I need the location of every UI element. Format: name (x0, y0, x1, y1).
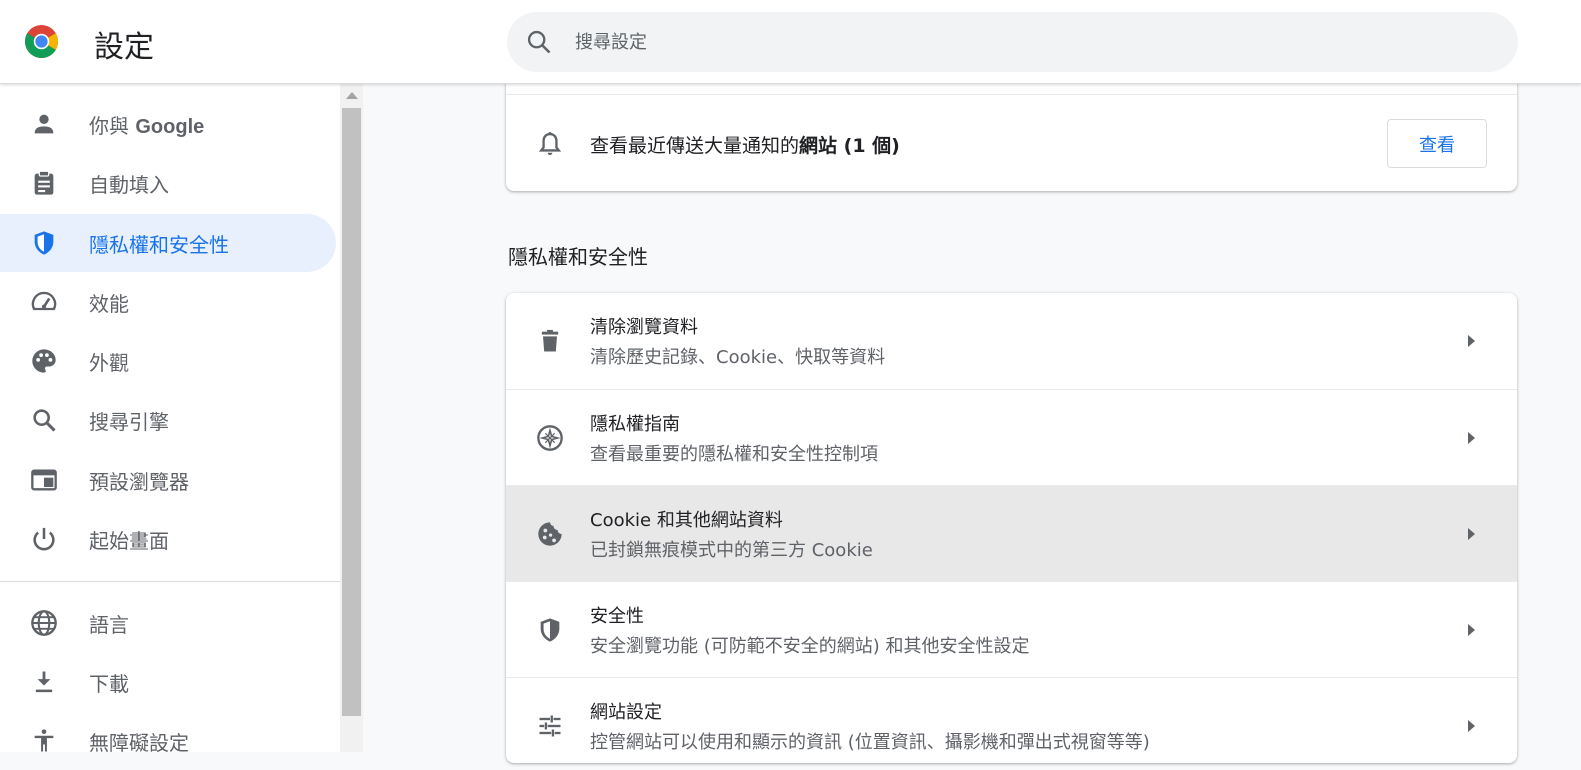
security-shield-icon (540, 618, 560, 642)
sliders-icon (539, 715, 561, 737)
scrollbar-thumb[interactable] (342, 108, 361, 716)
download-icon (35, 671, 53, 693)
chrome-logo-icon (24, 24, 59, 59)
sidebar-item-you-and-google[interactable]: 你與 Google (0, 95, 336, 153)
row-title: 隱私權指南 (590, 414, 680, 435)
privacy-security-card: 清除瀏覽資料 清除歷史記錄、Cookie、快取等資料 隱私權指南 查看最重要的隱… (506, 293, 1517, 763)
row-subtitle: 查看最重要的隱私權和安全性控制項 (590, 444, 878, 465)
sidebar: 你與 Google 自動填入 隱私權和安全性 效能 外觀 搜尋引擎 預設瀏覽器 … (0, 84, 340, 755)
sidebar-item-label: 起始畫面 (89, 529, 169, 553)
cookie-icon (538, 522, 562, 546)
section-title: 隱私權和安全性 (508, 245, 648, 269)
top-bar: 設定 (0, 0, 1581, 84)
sidebar-item-accessibility[interactable]: 無障礙設定 (0, 712, 336, 770)
sidebar-item-default-browser[interactable]: 預設瀏覽器 (0, 451, 336, 509)
sidebar-item-label: 搜尋引擎 (89, 410, 169, 434)
row-title: Cookie 和其他網站資料 (590, 510, 783, 531)
sidebar-item-label: 效能 (89, 292, 129, 316)
accessibility-icon (34, 729, 54, 752)
trash-icon (541, 329, 559, 352)
sidebar-item-label: 語言 (89, 613, 129, 637)
sidebar-item-languages[interactable]: 語言 (0, 594, 336, 652)
chevron-right-icon (1468, 335, 1475, 347)
power-icon (33, 527, 55, 551)
row-title: 清除瀏覽資料 (590, 317, 698, 338)
sidebar-item-privacy-security[interactable]: 隱私權和安全性 (0, 214, 336, 272)
sidebar-item-label: 隱私權和安全性 (89, 233, 229, 257)
chevron-right-icon (1468, 432, 1475, 444)
scroll-up-arrow-icon[interactable] (346, 92, 358, 99)
view-button[interactable]: 查看 (1387, 119, 1487, 168)
row-subtitle: 清除歷史記錄、Cookie、快取等資料 (590, 347, 886, 368)
compass-icon (537, 425, 563, 451)
sidebar-item-label: 外觀 (89, 351, 129, 375)
row-privacy-guide[interactable]: 隱私權指南 查看最重要的隱私權和安全性控制項 (506, 389, 1517, 485)
chevron-right-icon (1468, 528, 1475, 540)
browser-window-icon (31, 469, 57, 491)
search-icon (527, 30, 551, 54)
sidebar-item-on-startup[interactable]: 起始畫面 (0, 510, 336, 568)
card-divider (506, 94, 1517, 95)
sidebar-item-label: 自動填入 (89, 173, 169, 197)
chevron-right-icon (1468, 624, 1475, 636)
sidebar-item-downloads[interactable]: 下載 (0, 653, 336, 711)
row-site-settings[interactable]: 網站設定 控管網站可以使用和顯示的資訊 (位置資訊、攝影機和彈出式視窗等等) (506, 677, 1517, 763)
search-box[interactable] (507, 12, 1518, 72)
person-icon (34, 114, 54, 134)
sidebar-item-autofill[interactable]: 自動填入 (0, 154, 336, 212)
sidebar-item-label: 下載 (89, 672, 129, 696)
search-input[interactable] (575, 28, 1475, 56)
notification-review-text: 查看最近傳送大量通知的網站 (1 個) (590, 135, 900, 157)
sidebar-item-performance[interactable]: 效能 (0, 273, 336, 331)
row-security[interactable]: 安全性 安全瀏覽功能 (可防範不安全的網站) 和其他安全性設定 (506, 581, 1517, 677)
globe-icon (31, 610, 57, 636)
row-subtitle: 已封鎖無痕模式中的第三方 Cookie (590, 540, 873, 561)
sidebar-divider (0, 581, 340, 582)
row-subtitle: 控管網站可以使用和顯示的資訊 (位置資訊、攝影機和彈出式視窗等等) (590, 732, 1150, 753)
sidebar-item-appearance[interactable]: 外觀 (0, 332, 336, 390)
sidebar-item-search-engine[interactable]: 搜尋引擎 (0, 391, 336, 449)
row-title: 網站設定 (590, 702, 662, 723)
notification-review-card: 查看最近傳送大量通知的網站 (1 個) 查看 (506, 70, 1517, 191)
sidebar-item-label: 你與 Google (89, 114, 205, 138)
clipboard-icon (34, 170, 54, 195)
row-title: 安全性 (590, 606, 644, 627)
row-cookies-site-data[interactable]: Cookie 和其他網站資料 已封鎖無痕模式中的第三方 Cookie (506, 485, 1517, 581)
sidebar-item-label: 預設瀏覽器 (89, 470, 189, 494)
row-clear-browsing-data[interactable]: 清除瀏覽資料 清除歷史記錄、Cookie、快取等資料 (506, 293, 1517, 389)
speedometer-icon (31, 291, 57, 311)
chevron-right-icon (1468, 720, 1475, 732)
page-title: 設定 (94, 30, 154, 65)
search-icon (33, 409, 56, 432)
bell-icon (538, 132, 562, 156)
row-subtitle: 安全瀏覽功能 (可防範不安全的網站) 和其他安全性設定 (590, 636, 1030, 657)
palette-icon (32, 349, 56, 373)
sidebar-scrollbar[interactable] (340, 84, 363, 752)
shield-icon (34, 231, 54, 255)
